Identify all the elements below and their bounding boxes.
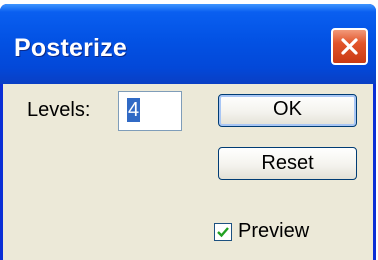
close-button[interactable] [331, 28, 368, 65]
checkmark-icon [217, 227, 229, 238]
preview-label: Preview [238, 220, 310, 242]
levels-input[interactable]: 4 [118, 91, 182, 131]
dialog-title: Posterize [14, 34, 127, 62]
preview-checkbox[interactable] [214, 223, 232, 241]
dialog-body: Levels: 4 OK Reset Preview [3, 84, 373, 260]
reset-button[interactable]: Reset [218, 147, 357, 180]
levels-value: 4 [127, 98, 141, 122]
close-icon [341, 38, 358, 55]
levels-label: Levels: [27, 99, 91, 121]
ok-button[interactable]: OK [218, 94, 357, 127]
posterize-dialog: Posterize Levels: 4 OK Reset Preview [0, 4, 376, 260]
title-bar[interactable]: Posterize [0, 4, 376, 84]
